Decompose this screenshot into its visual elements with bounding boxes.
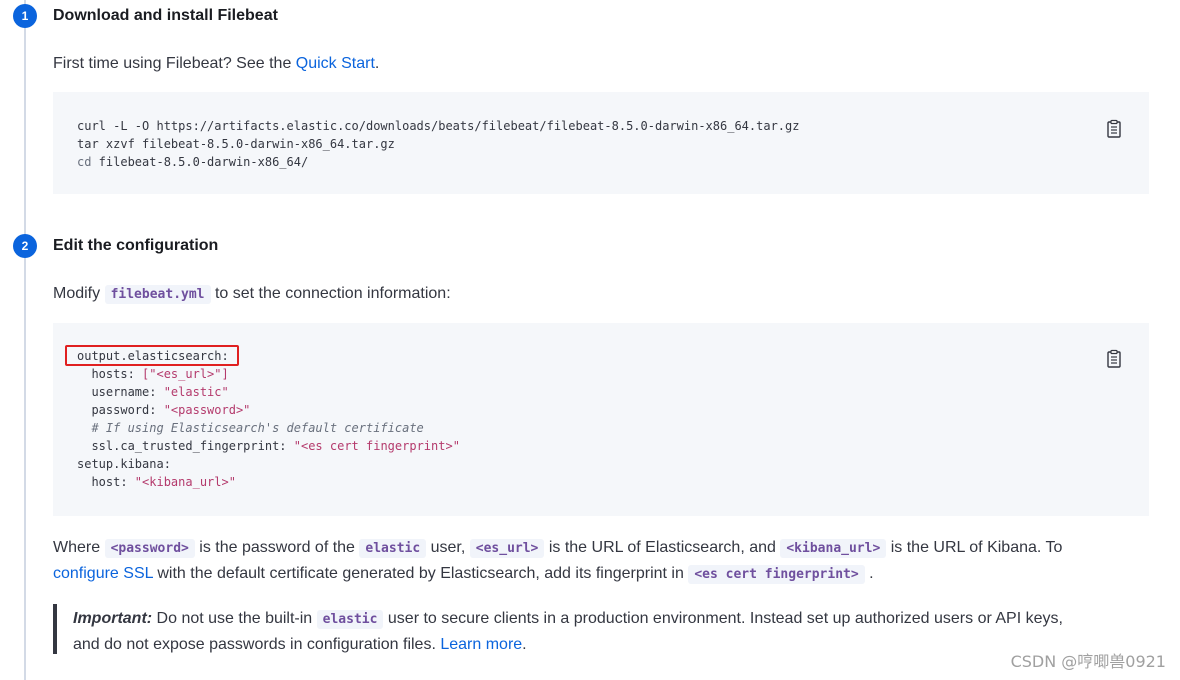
code-line: setup.kibana: <box>77 457 171 471</box>
where-paragraph: Where <password> is the password of the … <box>53 535 1153 587</box>
code-string: "<kibana_url>" <box>134 475 236 489</box>
step-2-title: Edit the configuration <box>53 237 219 254</box>
code-string: ["<es_url>"] <box>142 367 229 381</box>
code-line: curl -L -O https://artifacts.elastic.co/… <box>77 119 800 133</box>
step-1-badge: 1 <box>13 4 37 28</box>
callout-text: Do not use the built-in <box>152 610 317 627</box>
install-code: curl -L -O https://artifacts.elastic.co/… <box>77 117 799 171</box>
code-string: "<password>" <box>163 403 251 417</box>
configure-ssl-link[interactable]: configure SSL <box>53 565 153 582</box>
callout-text: . <box>522 636 527 653</box>
step-1-title: Download and install Filebeat <box>53 7 278 24</box>
code-line: filebeat-8.5.0-darwin-x86_64/ <box>91 155 309 169</box>
code-string: "elastic" <box>163 385 229 399</box>
where-text: user, <box>426 539 470 556</box>
important-callout-bar <box>53 604 57 654</box>
step-1-intro-text: First time using Filebeat? See the <box>53 55 296 72</box>
important-callout: Important: Do not use the built-in elast… <box>73 606 1153 657</box>
install-code-block: curl -L -O https://artifacts.elastic.co/… <box>53 92 1149 194</box>
password-code: <password> <box>104 539 195 558</box>
important-label: Important: <box>73 610 153 627</box>
kibana-url-code: <kibana_url> <box>780 539 887 558</box>
where-text: with the default certificate generated b… <box>152 565 689 582</box>
copy-icon[interactable] <box>1105 119 1123 139</box>
copy-icon[interactable] <box>1105 349 1123 369</box>
es-cert-fingerprint-code: <es cert fingerprint> <box>688 565 865 584</box>
code-key: username: <box>77 385 164 399</box>
callout-text: and do not expose passwords in configura… <box>73 636 441 653</box>
code-key: hosts: <box>77 367 143 381</box>
step-1-intro: First time using Filebeat? See the Quick… <box>53 55 379 73</box>
step-2-intro: Modify filebeat.yml to set the connectio… <box>53 285 451 304</box>
code-key: host: <box>77 475 135 489</box>
code-line: tar xzvf filebeat-8.5.0-darwin-x86_64.ta… <box>77 137 395 151</box>
where-text: is the password of the <box>194 539 360 556</box>
where-text: . <box>864 565 874 582</box>
config-code: output.elasticsearch: hosts: ["<es_url>"… <box>77 347 460 491</box>
watermark: CSDN @哼唧兽0921 <box>1010 652 1166 671</box>
code-string: "<es cert fingerprint>" <box>293 439 460 453</box>
where-text: is the URL of Kibana. To <box>886 539 1063 556</box>
filebeat-yml-code: filebeat.yml <box>104 285 211 304</box>
highlight-annotation-box <box>65 345 239 366</box>
code-comment: # If using Elasticsearch's default certi… <box>77 421 424 435</box>
quick-start-link[interactable]: Quick Start <box>296 55 375 72</box>
code-key: ssl.ca_trusted_fingerprint: <box>77 439 294 453</box>
elastic-code: elastic <box>316 610 384 629</box>
step-2-intro-suffix: to set the connection information: <box>210 285 451 302</box>
step-2-badge: 2 <box>13 234 37 258</box>
steps-rail <box>24 0 26 680</box>
code-keyword: cd <box>77 155 92 169</box>
code-key: password: <box>77 403 164 417</box>
callout-text: user to secure clients in a production e… <box>383 610 1063 627</box>
step-1-intro-suffix: . <box>374 55 380 72</box>
elastic-code: elastic <box>359 539 427 558</box>
learn-more-link[interactable]: Learn more <box>440 636 522 653</box>
es-url-code: <es_url> <box>469 539 545 558</box>
where-text: is the URL of Elasticsearch, and <box>544 539 781 556</box>
step-2-intro-text: Modify <box>53 285 105 302</box>
where-text: Where <box>53 539 105 556</box>
